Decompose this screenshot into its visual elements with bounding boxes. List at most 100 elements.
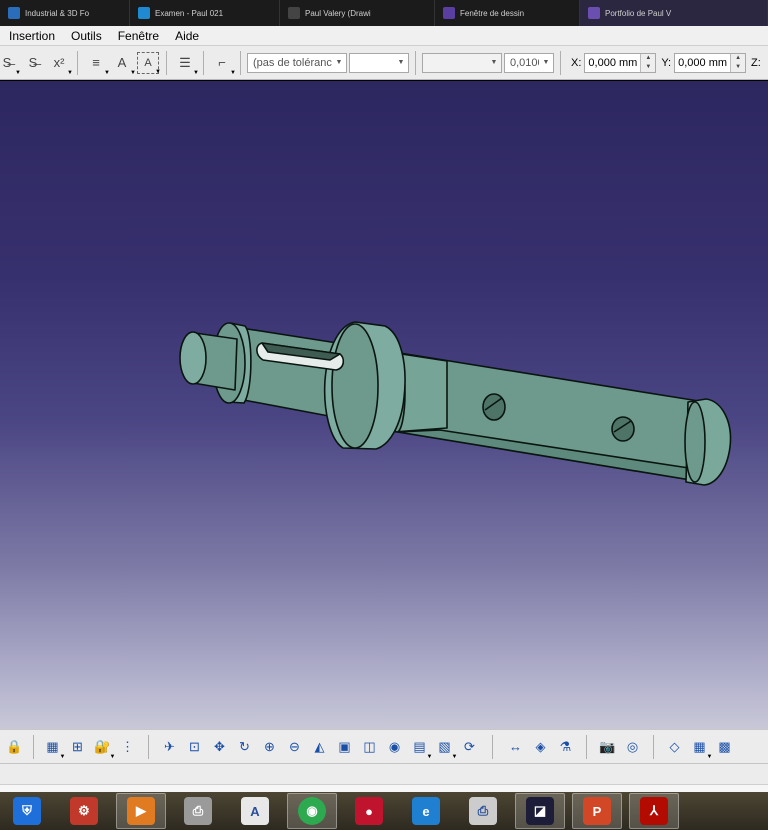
shaft-left-end-face — [179, 331, 207, 385]
style-combo[interactable]: ▼ — [422, 52, 502, 73]
window-tab[interactable]: Fenêtre de dessin — [435, 0, 580, 26]
tolerance-combo[interactable]: (pas de toléranc ▼ — [247, 52, 347, 73]
update-icon[interactable]: ⟳ — [460, 737, 480, 757]
menu-aide[interactable]: Aide — [170, 29, 210, 43]
view-toolbar: 🔒 ▦ ▼ ⊞ 🔐 ▼ ⋮ ✈ ⊡ ✥ ↻ ⊕ ⊖ ◭ ▣ ◫ ◉ ▤ ▼ ▧ ▼ ⟳ ↔ ◈ ⚗ 📷 ◎ ◇ ▦ ▼ ▩ — [0, 729, 768, 763]
powerpoint-icon: P — [583, 797, 611, 825]
x-spinner[interactable]: ▲ ▼ — [640, 53, 656, 72]
taskbar-button[interactable]: P — [572, 793, 622, 829]
toolbar-divider — [586, 734, 587, 759]
precision-combo[interactable]: 0,0100 ▼ — [504, 52, 554, 73]
taskbar-button[interactable]: ▶ — [116, 793, 166, 829]
taskbar-button[interactable]: ● — [344, 793, 394, 829]
pan-icon[interactable]: ✥ — [210, 737, 230, 757]
y-label: Y: — [661, 56, 672, 69]
inertia-icon[interactable]: ◈ — [531, 737, 551, 757]
chevron-down-icon[interactable]: ▼ — [539, 54, 553, 72]
strikethrough-icon[interactable]: S̶ — [22, 52, 44, 74]
chevron-down-icon[interactable]: ▼ — [487, 54, 501, 72]
status-bar — [0, 763, 768, 784]
taskbar-button[interactable]: ◪ — [515, 793, 565, 829]
align-icon[interactable]: ≡ ▼ — [85, 52, 110, 76]
chevron-down-icon[interactable]: ▼ — [707, 754, 713, 760]
tree-icon[interactable]: ⊞ — [68, 737, 88, 757]
shaft-right-end-face — [684, 401, 706, 483]
chevron-down-icon[interactable]: ▼ — [452, 754, 458, 760]
multi-view-icon[interactable]: ▣ — [335, 737, 355, 757]
text-align-icon[interactable]: ☰ ▼ — [174, 52, 199, 76]
taskbar-button[interactable]: ◉ — [287, 793, 337, 829]
menu-fenetre[interactable]: Fenêtre — [113, 29, 170, 43]
hide-show-icon[interactable]: ▤ ▼ — [410, 737, 433, 760]
taskbar-button[interactable]: e — [401, 793, 451, 829]
superscript-icon[interactable]: x² ▼ — [48, 52, 73, 76]
zoom-out-icon[interactable]: ⊖ — [285, 737, 305, 757]
taskbar-button[interactable]: ⎙ — [458, 793, 508, 829]
windows-taskbar: ⛨ ⚙ ▶ ⎙ A ◉ ● e ⎙ ◪ P ⅄ — [0, 792, 768, 830]
text-frame-icon[interactable]: A ▼ — [111, 52, 136, 76]
chevron-down-icon[interactable]: ▼ — [110, 754, 116, 760]
y-coordinate-field[interactable]: 0,000 mm ▲ ▼ — [674, 52, 747, 73]
z-label: Z: — [751, 56, 761, 69]
window-tab[interactable]: Industrial & 3D Fo — [0, 0, 130, 26]
toolbar-divider — [653, 734, 654, 759]
fit-all-icon[interactable]: ⊡ — [185, 737, 205, 757]
shading-icon[interactable]: ◉ — [385, 737, 405, 757]
taskbar-button[interactable]: A — [230, 793, 280, 829]
taskbar-button[interactable]: ⚙ — [59, 793, 109, 829]
gear-app-icon: ⚙ — [70, 797, 98, 825]
text-box-icon[interactable]: A ▼ — [137, 51, 161, 75]
toolbar-divider — [33, 734, 34, 759]
zoom-in-icon[interactable]: ⊕ — [260, 737, 280, 757]
taskbar-button[interactable]: ⅄ — [629, 793, 679, 829]
taskbar-button[interactable]: ⛨ — [2, 793, 52, 829]
window-tab[interactable]: Paul Valery (Drawi — [280, 0, 435, 26]
render-icon[interactable]: ◎ — [623, 737, 643, 757]
chevron-down-icon[interactable]: ▼ — [332, 54, 346, 72]
menu-outils[interactable]: Outils — [66, 29, 113, 43]
fly-mode-icon[interactable]: ✈ — [160, 737, 180, 757]
y-spinner[interactable]: ▲ ▼ — [730, 53, 746, 72]
anchor-icon[interactable]: ⌐ ▼ — [211, 52, 236, 76]
chevron-down-icon[interactable]: ▼ — [427, 754, 433, 760]
toolbar-divider — [560, 50, 561, 75]
chevron-down-icon[interactable]: ▼ — [394, 54, 408, 72]
tab-favicon-icon — [443, 7, 455, 19]
shaft-collar-face — [331, 323, 379, 449]
menu-bar: Insertion Outils Fenêtre Aide — [0, 26, 768, 46]
shaft-part-model[interactable] — [0, 81, 768, 729]
tab-label: Examen - Paul 021 — [155, 8, 224, 18]
normal-view-icon[interactable]: ◭ — [310, 737, 330, 757]
chevron-down-icon[interactable]: ▼ — [60, 754, 66, 760]
measure-icon[interactable]: ↔ — [506, 737, 526, 757]
3d-viewport[interactable] — [0, 81, 768, 729]
x-coordinate-field[interactable]: 0,000 mm ▲ ▼ — [584, 52, 657, 73]
iso-view-icon[interactable]: ◫ — [360, 737, 380, 757]
grid-icon[interactable]: ▦ ▼ — [690, 737, 713, 760]
3d-compass-icon[interactable]: ◇ — [665, 737, 685, 757]
window-tab-strip: Industrial & 3D Fo Examen - Paul 021 Paul … — [0, 0, 768, 26]
window-tab[interactable]: Examen - Paul 021 — [130, 0, 280, 26]
internet-explorer-icon: e — [412, 797, 440, 825]
y-coordinate-value[interactable]: 0,000 mm — [675, 57, 730, 69]
tab-label: Industrial & 3D Fo — [25, 8, 90, 18]
apply-material-icon[interactable]: ⚗ — [556, 737, 576, 757]
hierarchy-icon[interactable]: ⋮ — [118, 737, 138, 757]
fax-icon: ⎙ — [469, 797, 497, 825]
taskbar-button[interactable]: ⎙ — [173, 793, 223, 829]
tolerance-combo-value: (pas de toléranc — [253, 56, 332, 69]
acrobat-icon: ⅄ — [640, 797, 668, 825]
tolerance-value-combo[interactable]: ▼ — [349, 52, 409, 73]
table-icon[interactable]: ▦ ▼ — [43, 737, 66, 760]
x-coordinate-value[interactable]: 0,000 mm — [585, 57, 640, 69]
toolbar-divider — [492, 734, 493, 759]
padlock-icon[interactable]: 🔒 — [5, 737, 25, 757]
swap-visible-icon[interactable]: ▧ ▼ — [435, 737, 458, 760]
menu-insertion[interactable]: Insertion — [4, 29, 66, 43]
capture-icon[interactable]: 📷 — [598, 737, 618, 757]
window-tab[interactable]: Portfolio de Paul V — [580, 0, 768, 26]
lock-icon[interactable]: 🔐 ▼ — [93, 737, 116, 760]
rotate-icon[interactable]: ↻ — [235, 737, 255, 757]
strikethrough-icon[interactable]: S̶ ▼ — [0, 52, 21, 76]
grid-snap-icon[interactable]: ▩ — [715, 737, 735, 757]
